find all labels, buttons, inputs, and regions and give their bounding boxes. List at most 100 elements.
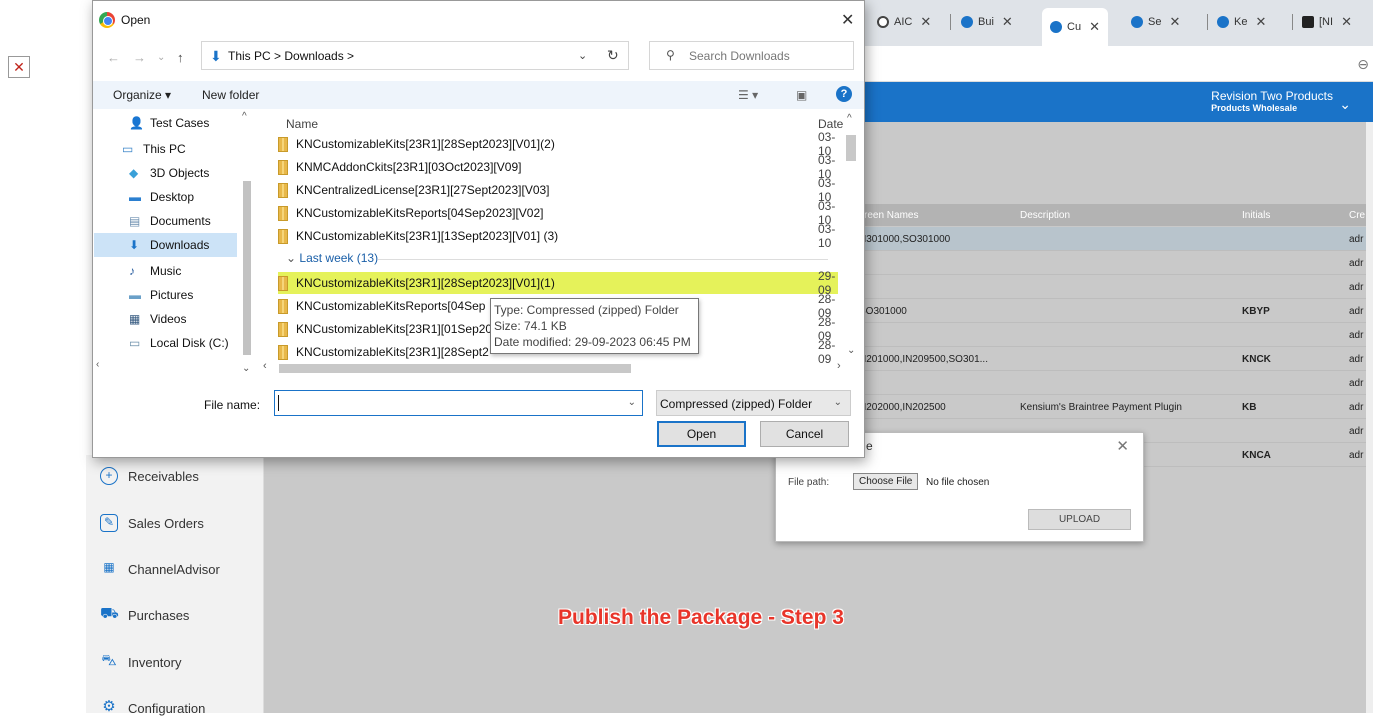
file-name-label: File name: — [204, 398, 261, 412]
cell-description: Kensium's Braintree Payment Plugin — [1020, 402, 1182, 413]
chevron-down-icon[interactable]: ⌄ — [578, 49, 587, 62]
tree-item[interactable]: ♪ Music — [94, 259, 237, 283]
nav-item-inventory[interactable]: ⛍ Inventory — [100, 650, 181, 674]
upload-button[interactable]: UPLOAD — [1028, 509, 1131, 530]
tab-close-icon[interactable]: ✕ — [1002, 14, 1013, 30]
table-row[interactable]: N202000,IN202500 Kensium's Braintree Paym… — [855, 395, 1366, 419]
browser-tab[interactable]: Bui ✕ — [961, 8, 1013, 36]
tab-close-icon[interactable]: ✕ — [920, 14, 931, 30]
tree-item[interactable]: ▤ Documents — [94, 209, 237, 233]
new-folder-button[interactable]: New folder — [202, 88, 259, 102]
group-header[interactable]: ⌄ Last week (13) — [286, 251, 378, 265]
col-initials[interactable]: Initials — [1242, 210, 1270, 221]
table-row[interactable]: adr — [855, 323, 1366, 347]
up-arrow-icon[interactable]: ↑ — [177, 50, 184, 65]
chevron-down-icon[interactable]: ⌄ — [628, 397, 636, 408]
recent-dropdown-icon[interactable]: ⌄ — [157, 52, 165, 63]
tree-scrollbar[interactable]: ^ ⌄ — [239, 111, 257, 374]
nav-label: Purchases — [128, 607, 190, 623]
music-icon: ♪ — [129, 264, 135, 278]
file-row[interactable]: KNMCAddonCkits[23R1][03Oct2023][V09] 03-1… — [278, 153, 838, 181]
tab-label: [NI — [1319, 16, 1334, 28]
cell-created: adr — [1349, 402, 1364, 413]
file-list-scrollbar[interactable]: ^ ⌄ — [843, 113, 859, 356]
file-name-input[interactable]: ⌄ — [274, 390, 643, 416]
table-row[interactable]: SO301000 KBYP adr — [855, 299, 1366, 323]
table-row[interactable]: adr — [855, 371, 1366, 395]
table-row[interactable]: adr — [855, 251, 1366, 275]
forward-arrow-icon[interactable]: → — [133, 50, 146, 65]
zoom-icon[interactable]: ⊖ — [1357, 56, 1369, 73]
file-row[interactable]: KNCustomizableKits[23R1][28Sept2023][V01… — [278, 130, 838, 158]
table-row[interactable]: N201000,IN209500,SO301... KNCK adr — [855, 347, 1366, 371]
browser-tab[interactable]: AIC ✕ — [877, 8, 931, 36]
preview-pane-icon[interactable]: ▣ — [796, 88, 807, 102]
scroll-left-icon[interactable]: ‹ — [96, 359, 99, 370]
tree-item[interactable]: ◆ 3D Objects — [94, 161, 237, 185]
cell-created: adr — [1349, 306, 1364, 317]
choose-file-button[interactable]: Choose File — [853, 473, 919, 490]
tree-item[interactable]: ▦ Videos — [94, 307, 237, 331]
close-icon[interactable]: ✕ — [841, 10, 854, 30]
tree-item[interactable]: ▭ Local Disk (C:) — [94, 331, 237, 355]
cancel-button[interactable]: Cancel — [760, 421, 849, 447]
browser-address-bar: ⊖ — [865, 46, 1373, 82]
cell-screens: N202000,IN202500 — [859, 402, 946, 413]
tab-close-icon[interactable]: ✕ — [1255, 14, 1266, 30]
file-type-value: Compressed (zipped) Folder — [660, 397, 813, 411]
page-scrollbar[interactable] — [1366, 122, 1373, 713]
dialog-toolbar: Organize ▾ New folder ☰ ▾ ▣ ? — [93, 81, 864, 109]
col-name[interactable]: Name — [286, 117, 318, 131]
browser-tab-active[interactable]: Cu ✕ — [1042, 8, 1108, 46]
view-options-icon[interactable]: ☰ ▾ — [738, 88, 758, 102]
nav-item-channeladvisor[interactable]: ▦ ChannelAdvisor — [100, 557, 219, 581]
nav-item-receivables[interactable]: + Receivables — [100, 464, 199, 488]
nav-item-purchases[interactable]: ⛟ Purchases — [100, 603, 189, 627]
tab-label: Cu — [1067, 21, 1082, 33]
tree-item[interactable]: ▬ Desktop — [94, 185, 237, 209]
browser-tab[interactable]: [NI ✕ — [1302, 8, 1352, 36]
tab-close-icon[interactable]: ✕ — [1169, 14, 1180, 30]
chrome-icon — [99, 12, 115, 28]
branch-selector[interactable]: Revision Two Products Products Wholesale — [1211, 89, 1333, 113]
table-row[interactable]: adr — [855, 275, 1366, 299]
chevron-down-icon: ⌄ — [833, 397, 842, 408]
pictures-icon: ▬ — [129, 288, 141, 302]
file-row[interactable]: KNCentralizedLicense[23R1][27Sept2023][V… — [278, 176, 838, 204]
browser-tab[interactable]: Se ✕ — [1131, 8, 1180, 36]
horizontal-scrollbar[interactable]: ‹ › — [263, 360, 853, 375]
cell-initials: KB — [1242, 402, 1257, 413]
file-row[interactable]: KNCustomizableKits[23R1][28Sept2023][V01… — [278, 269, 838, 297]
path-breadcrumb[interactable]: ⬇ This PC > Downloads > ⌄ ↻ — [201, 41, 629, 70]
tree-item[interactable]: ▬ Pictures — [94, 283, 237, 307]
file-row[interactable]: KNCustomizableKits[23R1][13Sept2023][V01… — [278, 222, 838, 250]
tab-close-icon[interactable]: ✕ — [1089, 19, 1100, 35]
open-button[interactable]: Open — [657, 421, 746, 447]
file-path-label: File path: — [788, 477, 830, 488]
help-icon[interactable]: ? — [836, 86, 852, 102]
cell-created: adr — [1349, 330, 1364, 341]
col-description[interactable]: Description — [1020, 210, 1070, 221]
file-type-select[interactable]: Compressed (zipped) Folder ⌄ — [656, 390, 851, 416]
browser-tab[interactable]: Ke ✕ — [1217, 8, 1266, 36]
file-row[interactable]: KNCustomizableKitsReports[04Sep2023][V02… — [278, 199, 838, 227]
nav-label: Receivables — [128, 468, 199, 484]
tab-close-icon[interactable]: ✕ — [1341, 14, 1352, 30]
col-created[interactable]: Cre — [1349, 210, 1365, 221]
file-name: KNCustomizableKits[23R1][13Sept2023][V01… — [296, 229, 559, 243]
tree-item[interactable]: ▭ This PC — [94, 137, 237, 161]
tree-item[interactable]: 👤 Test Cases — [94, 111, 237, 135]
refresh-icon[interactable]: ↻ — [607, 47, 619, 64]
nav-item-sales-orders[interactable]: ✎ Sales Orders — [100, 511, 204, 535]
nav-item-configuration[interactable]: ⚙ Configuration — [100, 696, 205, 720]
table-row[interactable]: N301000,SO301000 adr — [855, 227, 1366, 251]
col-date[interactable]: Date — [818, 117, 843, 131]
zip-folder-icon — [278, 182, 288, 198]
chevron-down-icon[interactable]: ⌄ — [1339, 96, 1351, 113]
tree-item[interactable]: ⬇ Downloads — [94, 233, 237, 257]
col-screen-names[interactable]: creen Names — [859, 210, 918, 221]
search-input[interactable]: ⚲ Search Downloads — [649, 41, 854, 70]
back-arrow-icon[interactable]: ← — [107, 50, 120, 65]
close-icon[interactable]: ✕ — [1116, 437, 1129, 455]
organize-button[interactable]: Organize ▾ — [113, 88, 171, 102]
